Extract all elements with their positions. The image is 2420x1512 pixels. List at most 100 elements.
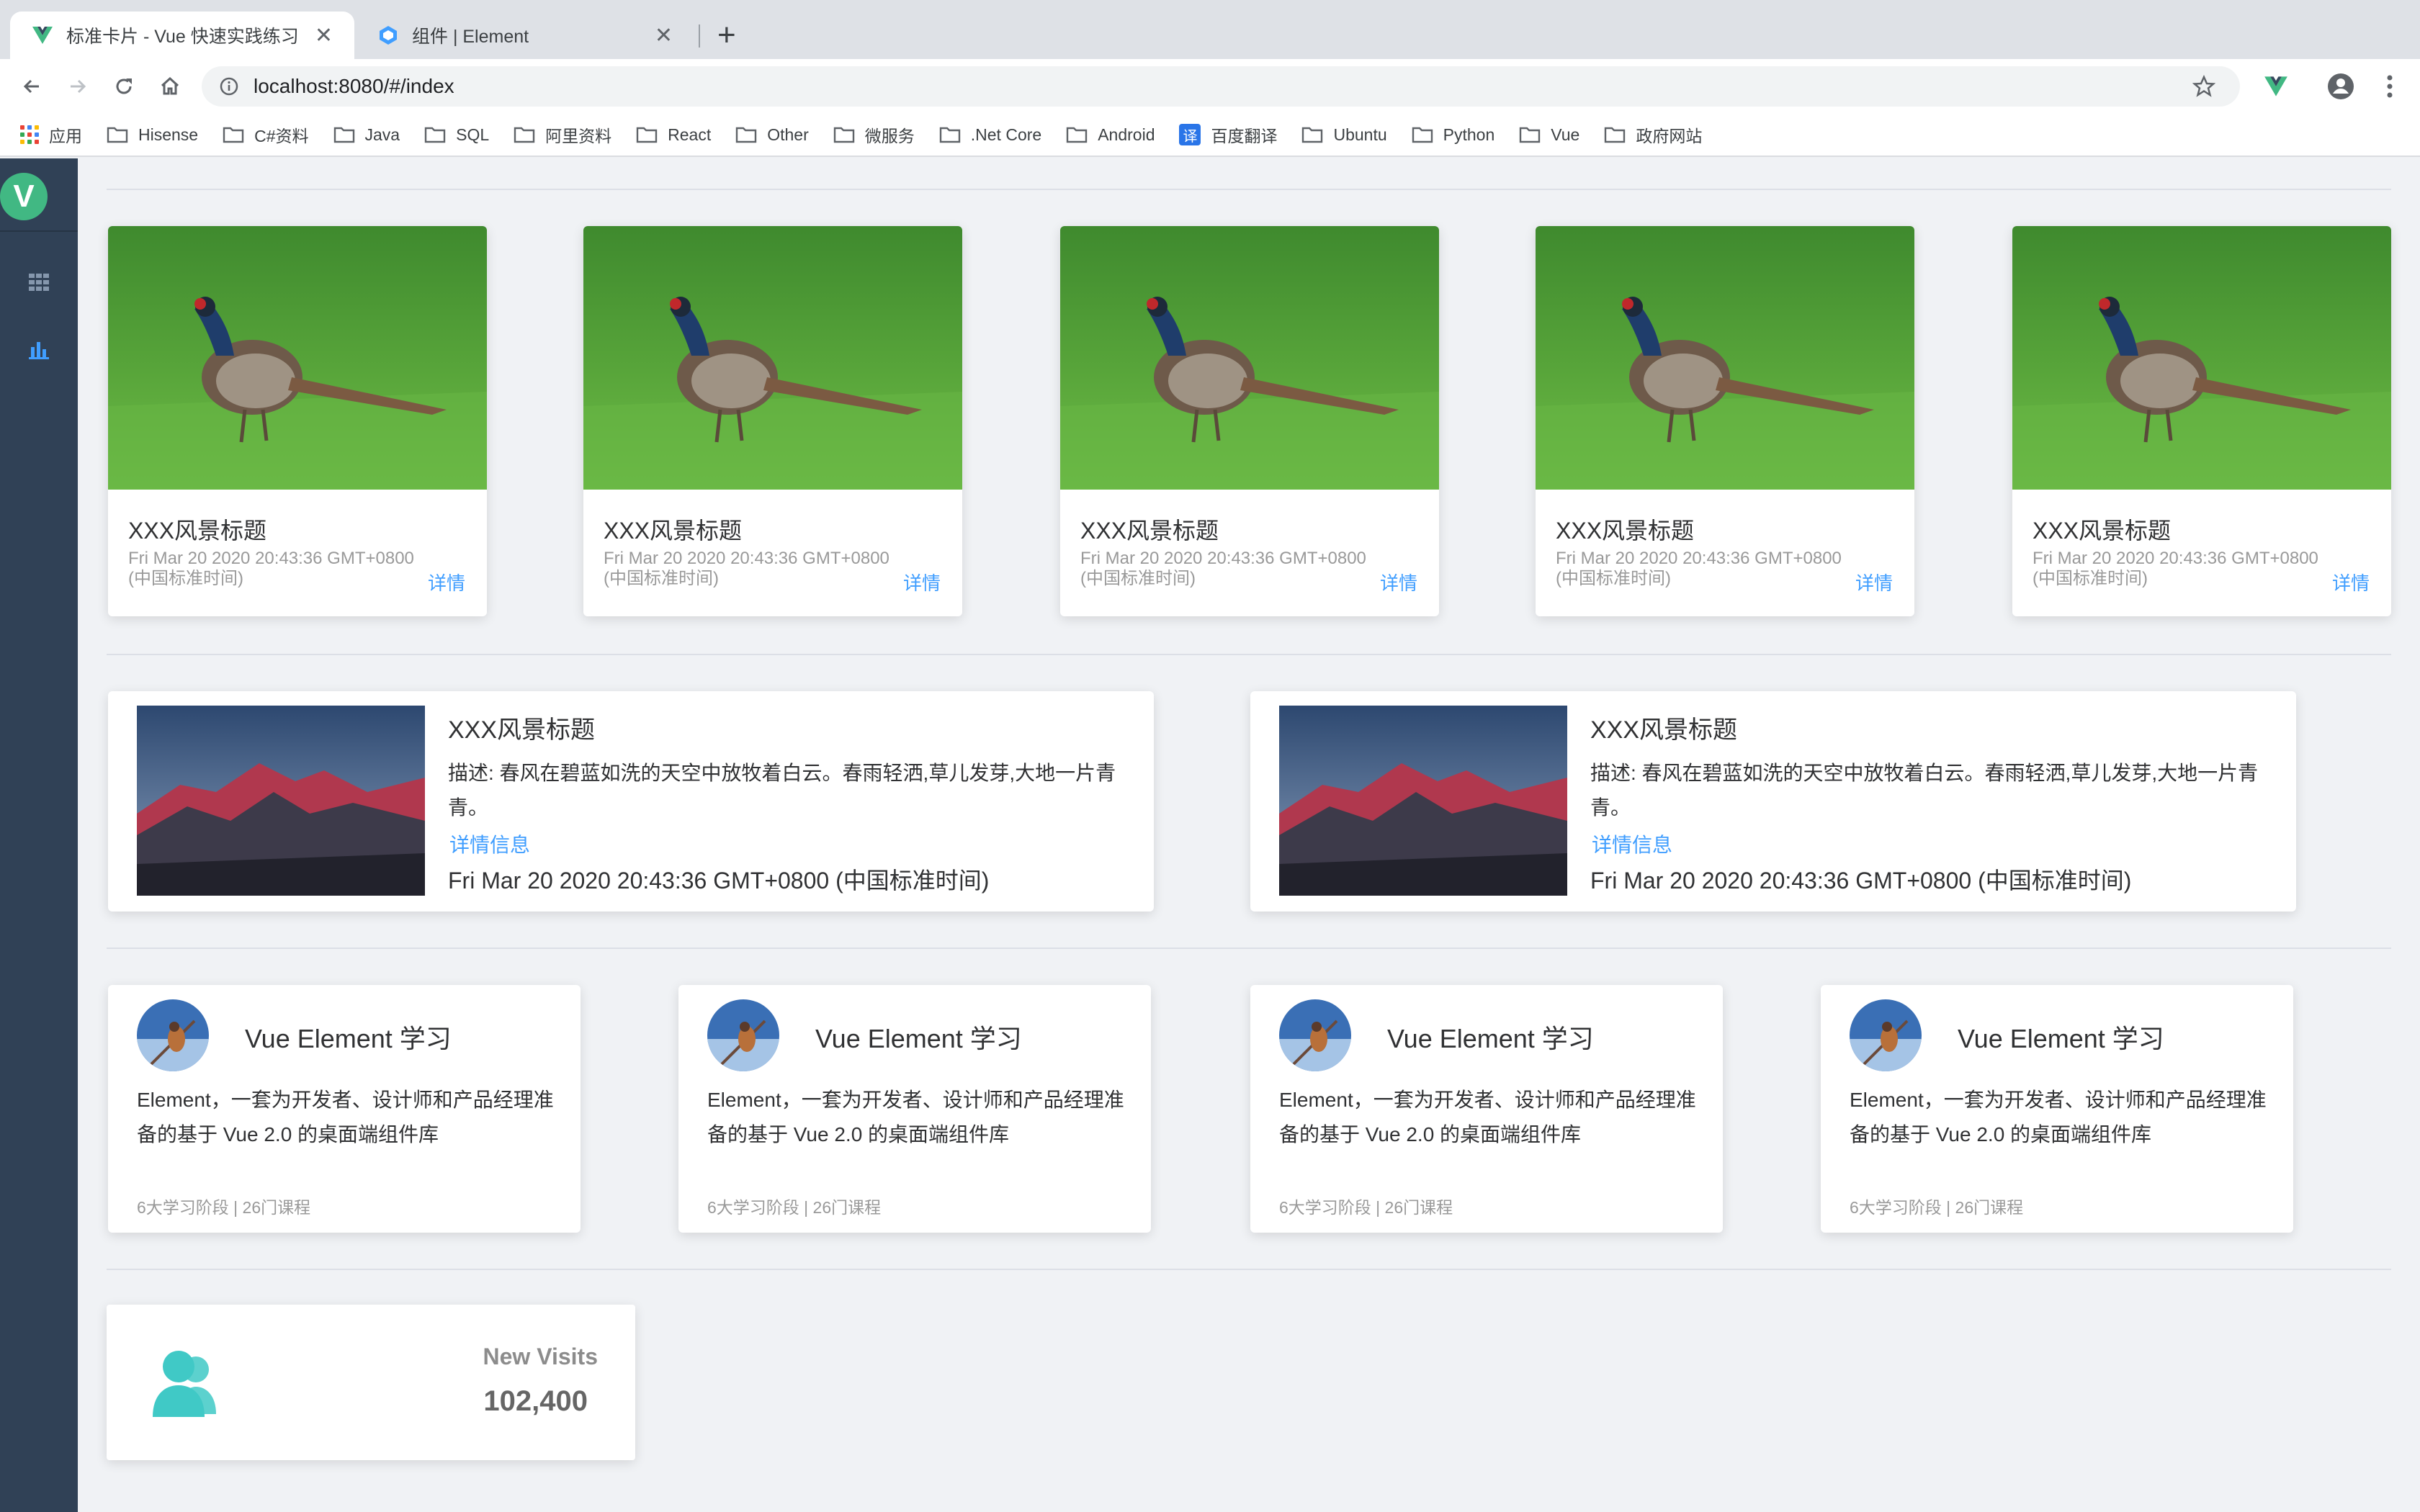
- sidebar: V: [0, 158, 78, 1512]
- bookmark-folder[interactable]: Ubuntu: [1301, 125, 1387, 145]
- folder-icon: [833, 127, 854, 143]
- mountain-photo: [1279, 706, 1567, 896]
- bar-chart-icon[interactable]: [27, 338, 50, 361]
- grid-icon[interactable]: [27, 271, 50, 294]
- pheasant-photo: [583, 226, 962, 490]
- detail-info-link[interactable]: 详情信息: [1592, 829, 1672, 858]
- bookmark-baidu-translate[interactable]: 译百度翻译: [1179, 122, 1277, 147]
- bookmark-star-icon[interactable]: [2192, 75, 2215, 98]
- bookmark-folder[interactable]: Python: [1412, 125, 1494, 145]
- back-button[interactable]: [14, 69, 49, 104]
- landscape-card[interactable]: XXX风景标题 描述: 春风在碧蓝如洗的天空中放牧着白云。春雨轻洒,草儿发芽,大…: [108, 691, 1154, 912]
- reload-button[interactable]: [107, 69, 141, 104]
- photo-card[interactable]: XXX风景标题 Fri Mar 20 2020 20:43:36 GMT+080…: [1536, 226, 1914, 616]
- sidebar-divider: [0, 230, 78, 232]
- card-description: Element，一套为开发者、设计师和产品经理准备的基于 Vue 2.0 的桌面…: [137, 1089, 554, 1146]
- bookmark-folder[interactable]: React: [636, 125, 711, 145]
- bookmark-label: Other: [767, 125, 809, 144]
- folder-icon: [333, 127, 354, 143]
- detail-info-link[interactable]: 详情信息: [449, 829, 530, 858]
- detail-link[interactable]: 详情: [903, 569, 941, 595]
- mountain-photo: [137, 706, 425, 896]
- bookmark-folder[interactable]: Android: [1066, 125, 1155, 145]
- apps-grid-icon: [20, 125, 39, 144]
- course-card[interactable]: Vue Element 学习 Element，一套为开发者、设计师和产品经理准备…: [1250, 985, 1723, 1233]
- bookmark-folder[interactable]: 阿里资料: [514, 122, 611, 147]
- bookmark-label: 阿里资料: [545, 127, 612, 145]
- card-time: Fri Mar 20 2020 20:43:36 GMT+0800 (中国标准时…: [1556, 549, 1842, 588]
- profile-button[interactable]: [2323, 69, 2358, 104]
- card-title: XXX风景标题: [1080, 518, 1219, 544]
- landscape-card[interactable]: XXX风景标题 描述: 春风在碧蓝如洗的天空中放牧着白云。春雨轻洒,草儿发芽,大…: [1250, 691, 2296, 912]
- new-tab-button[interactable]: +: [717, 17, 736, 53]
- menu-button[interactable]: [2372, 69, 2407, 104]
- folder-icon: [1412, 127, 1433, 143]
- bookmark-folder[interactable]: 政府网站: [1604, 122, 1702, 147]
- course-card[interactable]: Vue Element 学习 Element，一套为开发者、设计师和产品经理准备…: [678, 985, 1151, 1233]
- card-title: XXX风景标题: [1590, 716, 1738, 744]
- app-logo[interactable]: V: [0, 173, 48, 220]
- forward-button[interactable]: [60, 69, 95, 104]
- bookmark-folder[interactable]: 微服务: [833, 122, 915, 147]
- bookmark-label: Vue: [1551, 125, 1580, 144]
- bird-avatar: [1279, 999, 1351, 1071]
- tab-element[interactable]: 组件 | Element ✕: [356, 12, 694, 59]
- photo-card[interactable]: XXX风景标题 Fri Mar 20 2020 20:43:36 GMT+080…: [108, 226, 487, 616]
- folder-icon: [736, 127, 757, 143]
- photo-card[interactable]: XXX风景标题 Fri Mar 20 2020 20:43:36 GMT+080…: [2012, 226, 2391, 616]
- main-content: XXX风景标题 Fri Mar 20 2020 20:43:36 GMT+080…: [78, 158, 2420, 1512]
- folder-icon: [1520, 127, 1541, 143]
- photo-card[interactable]: XXX风景标题 Fri Mar 20 2020 20:43:36 GMT+080…: [1060, 226, 1439, 616]
- card-description: Element，一套为开发者、设计师和产品经理准备的基于 Vue 2.0 的桌面…: [1279, 1089, 1696, 1146]
- bookmark-label: Hisense: [138, 125, 199, 144]
- card-time: Fri Mar 20 2020 20:43:36 GMT+0800 (中国标准时…: [2033, 549, 2318, 588]
- home-icon: [161, 76, 179, 95]
- bookmark-folder[interactable]: .Net Core: [939, 125, 1041, 145]
- pheasant-photo: [108, 226, 487, 490]
- account-icon: [2328, 73, 2354, 99]
- stat-card-new-visits[interactable]: New Visits 102,400: [107, 1305, 635, 1460]
- card-title: XXX风景标题: [1556, 518, 1695, 544]
- tab-standard-card[interactable]: 标准卡片 - Vue 快速实践练习 ✕: [10, 12, 354, 59]
- card-title: XXX风景标题: [604, 518, 743, 544]
- detail-link[interactable]: 详情: [2332, 569, 2370, 595]
- bookmark-folder[interactable]: C#资料: [223, 122, 309, 147]
- bookmark-folder[interactable]: Other: [735, 125, 809, 145]
- bookmark-folder[interactable]: Java: [333, 125, 400, 145]
- photo-card[interactable]: XXX风景标题 Fri Mar 20 2020 20:43:36 GMT+080…: [583, 226, 962, 616]
- more-vert-icon: [2387, 75, 2393, 98]
- close-tab-icon[interactable]: ✕: [655, 23, 673, 48]
- course-card[interactable]: Vue Element 学习 Element，一套为开发者、设计师和产品经理准备…: [1821, 985, 2293, 1233]
- course-meta: 6大学习阶段 | 26门课程: [137, 1198, 311, 1217]
- bookmark-folder[interactable]: Vue: [1519, 125, 1579, 145]
- bookmark-folder[interactable]: Hisense: [107, 125, 198, 145]
- users-icon: [153, 1351, 216, 1417]
- detail-link[interactable]: 详情: [1380, 569, 1417, 595]
- section-divider: [107, 1269, 2391, 1270]
- bookmark-folder[interactable]: SQL: [424, 125, 489, 145]
- bird-avatar: [707, 999, 779, 1071]
- home-button[interactable]: [153, 69, 187, 104]
- section-divider: [107, 189, 2391, 190]
- folder-icon: [1302, 127, 1323, 143]
- bookmark-apps[interactable]: 应用: [20, 122, 82, 147]
- course-card[interactable]: Vue Element 学习 Element，一套为开发者、设计师和产品经理准备…: [108, 985, 581, 1233]
- bookmark-label: Java: [364, 125, 400, 144]
- detail-link[interactable]: 详情: [1855, 569, 1893, 595]
- close-tab-icon[interactable]: ✕: [315, 23, 333, 48]
- vue-logo-icon: [32, 27, 53, 44]
- info-icon: [220, 77, 238, 96]
- detail-link[interactable]: 详情: [428, 569, 465, 595]
- card-time: Fri Mar 20 2020 20:43:36 GMT+0800 (中国标准时…: [1080, 549, 1366, 588]
- folder-icon: [514, 127, 535, 143]
- section-divider: [107, 948, 2391, 949]
- section-divider: [107, 654, 2391, 655]
- vue-devtools-extension[interactable]: [2259, 69, 2293, 104]
- course-meta: 6大学习阶段 | 26门课程: [1279, 1198, 1453, 1217]
- pheasant-photo: [1060, 226, 1439, 490]
- bookmark-label: SQL: [456, 125, 490, 144]
- card-title: Vue Element 学习: [1387, 1024, 1594, 1053]
- browser-tab-strip: 标准卡片 - Vue 快速实践练习 ✕ 组件 | Element ✕ +: [0, 0, 2420, 59]
- address-bar[interactable]: localhost:8080/#/index: [202, 66, 2240, 107]
- course-meta: 6大学习阶段 | 26门课程: [1850, 1198, 2024, 1217]
